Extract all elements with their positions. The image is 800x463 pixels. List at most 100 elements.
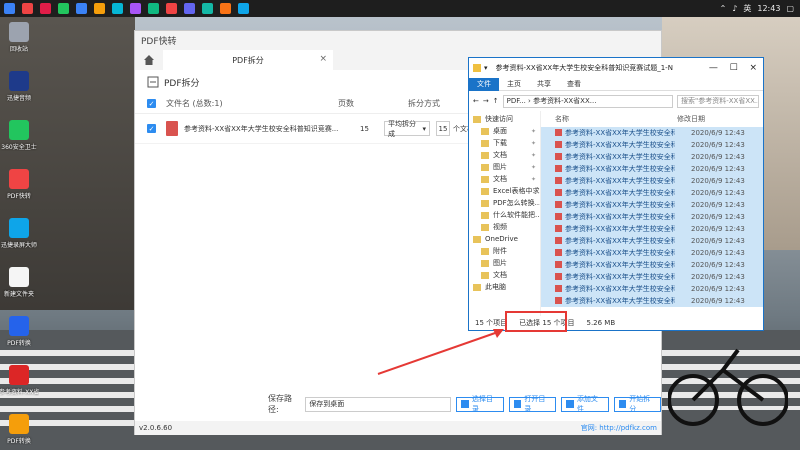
volume-icon[interactable]: ♪ — [732, 4, 737, 13]
app-title: PDF快转 — [141, 37, 177, 47]
nav-item[interactable]: 快速访问 — [469, 113, 540, 125]
taskbar-app-icon[interactable] — [166, 3, 177, 14]
desktop-shortcut[interactable]: PDF转换 — [4, 414, 34, 454]
list-item[interactable]: 参考资料-XX省XX年大学生校安全科普... 2020/6/9 12:43 — [541, 259, 763, 271]
close-icon[interactable]: × — [750, 63, 758, 73]
file-date: 2020/6/9 12:43 — [691, 212, 745, 221]
taskbar-app-icon[interactable] — [94, 3, 105, 14]
address-bar[interactable]: PDF... › 参考资料-XX省XX... — [502, 94, 673, 108]
back-icon[interactable]: ← — [473, 97, 479, 105]
nav-item-label: 附件 — [493, 247, 507, 255]
nav-item[interactable]: OneDrive — [469, 233, 540, 245]
desktop-shortcut[interactable]: 360安全卫士 — [1, 120, 37, 160]
ime-indicator[interactable]: 英 — [743, 3, 751, 14]
app-title-bar: PDF快转 — [135, 31, 661, 50]
taskbar-app-icon[interactable] — [4, 3, 15, 14]
up-icon[interactable]: ↑ — [493, 97, 499, 105]
nav-item-label: 图片 — [493, 259, 507, 267]
ribbon-tab-home[interactable]: 主页 — [499, 79, 529, 89]
desktop-shortcut[interactable]: PDF快转 — [4, 169, 34, 209]
add-file-button[interactable]: 添加文件 — [561, 395, 609, 413]
taskbar-app-icon[interactable] — [130, 3, 141, 14]
taskbar-app-icon[interactable] — [112, 3, 123, 14]
list-item[interactable]: 参考资料-XX省XX年大学生校安全科普... 2020/6/9 12:43 — [541, 271, 763, 283]
quick-access-toolbar-icon[interactable]: ▾ — [484, 64, 488, 72]
nav-item[interactable]: 图片 ✦ — [469, 161, 540, 173]
list-item[interactable]: 参考资料-XX省XX年大学生校安全科普... 2020/6/9 12:43 — [541, 187, 763, 199]
taskbar-app-icon[interactable] — [22, 3, 33, 14]
nav-item[interactable]: Excel表格中求... — [469, 185, 540, 197]
col-name[interactable]: 名称 — [555, 114, 569, 124]
nav-item[interactable]: 视频 — [469, 221, 540, 233]
col-filename: 文件名 (总数:1) — [166, 99, 223, 108]
taskbar-app-icon[interactable] — [220, 3, 231, 14]
nav-item[interactable]: 附件 — [469, 245, 540, 257]
start-split-button[interactable]: 开始拆分 — [613, 395, 662, 413]
list-item[interactable]: 参考资料-XX省XX年大学生校安全科普... 2020/6/9 12:43 — [541, 175, 763, 187]
save-path-input[interactable]: 保存到桌面 — [305, 396, 452, 412]
ribbon-tab-view[interactable]: 查看 — [559, 79, 589, 89]
desktop-shortcut[interactable]: PDF转换 — [4, 316, 34, 356]
list-item[interactable]: 参考资料-XX省XX年大学生校安全科普... 2020/6/9 12:43 — [541, 283, 763, 295]
col-date[interactable]: 修改日期 — [677, 114, 705, 124]
row-checkbox[interactable]: ✓ — [147, 124, 156, 133]
nav-item[interactable]: 桌面 ✦ — [469, 125, 540, 137]
list-item[interactable]: 参考资料-XX省XX年大学生校安全科普... 2020/6/9 12:43 — [541, 163, 763, 175]
file-date: 2020/6/9 12:43 — [691, 140, 745, 149]
pdf-file-icon — [555, 177, 562, 185]
list-item[interactable]: 参考资料-XX省XX年大学生校安全科普... 2020/6/9 12:43 — [541, 127, 763, 139]
taskbar-app-icon[interactable] — [58, 3, 69, 14]
folder-open-icon — [513, 400, 522, 408]
nav-item[interactable]: 下载 ✦ — [469, 137, 540, 149]
nav-item[interactable]: 图片 — [469, 257, 540, 269]
nav-item[interactable]: 文档 ✦ — [469, 173, 540, 185]
maximize-icon[interactable]: ☐ — [730, 63, 738, 73]
list-item[interactable]: 参考资料-XX省XX年大学生校安全科普... 2020/6/9 12:43 — [541, 247, 763, 259]
desktop-shortcut[interactable]: 回收站 — [4, 22, 34, 62]
minimize-icon[interactable]: — — [709, 63, 718, 73]
taskbar-app-icon[interactable] — [76, 3, 87, 14]
desktop-shortcut[interactable]: 迅捷录屏大师 — [1, 218, 37, 258]
list-item[interactable]: 参考资料-XX省XX年大学生校安全科普... 2020/6/9 12:43 — [541, 295, 763, 307]
open-dir-button[interactable]: 打开目录 — [508, 395, 557, 413]
taskbar-app-icon[interactable] — [202, 3, 213, 14]
list-item[interactable]: 参考资料-XX省XX年大学生校安全科普... 2020/6/9 12:43 — [541, 223, 763, 235]
list-item[interactable]: 参考资料-XX省XX年大学生校安全科普... 2020/6/9 12:43 — [541, 139, 763, 151]
taskbar-app-icon[interactable] — [40, 3, 51, 14]
nav-item[interactable]: 文档 — [469, 269, 540, 281]
select-all-checkbox[interactable]: ✓ — [147, 99, 156, 108]
notification-icon[interactable]: ▢ — [786, 4, 794, 13]
clock[interactable]: 12:43 — [757, 4, 780, 13]
folder-icon — [473, 283, 481, 291]
file-name: 参考资料-XX省XX年大学生校安全科普... — [565, 260, 675, 269]
list-item[interactable]: 参考资料-XX省XX年大学生校安全科普... 2020/6/9 12:43 — [541, 235, 763, 247]
forward-icon[interactable]: → — [483, 97, 489, 105]
split-mode-select[interactable]: 平均拆分成 ▾ — [384, 120, 430, 138]
list-item[interactable]: 参考资料-XX省XX年大学生校安全科普... 2020/6/9 12:43 — [541, 199, 763, 211]
ribbon-tab-share[interactable]: 共享 — [529, 79, 559, 89]
chevron-up-icon[interactable]: ⌃ — [720, 4, 727, 13]
list-item[interactable]: 参考资料-XX省XX年大学生校安全科普... 2020/6/9 12:43 — [541, 211, 763, 223]
ribbon-tab-file[interactable]: 文件 — [469, 77, 499, 91]
nav-item[interactable]: PDF怎么转换... — [469, 197, 540, 209]
close-icon[interactable]: × — [319, 54, 327, 64]
nav-item[interactable]: 什么软件能把... — [469, 209, 540, 221]
taskbar-app-icon[interactable] — [148, 3, 159, 14]
taskbar-app-icon[interactable] — [184, 3, 195, 14]
search-input[interactable]: 搜索"参考资料-XX省XX..." — [677, 94, 759, 108]
choose-dir-button[interactable]: 选择目录 — [456, 395, 504, 413]
nav-item[interactable]: 此电脑 — [469, 281, 540, 293]
desktop-shortcut[interactable]: 参考资料-XX省 — [0, 365, 39, 405]
nav-item[interactable]: 文档 ✦ — [469, 149, 540, 161]
pdf-file-icon — [555, 129, 562, 137]
home-icon[interactable] — [141, 52, 157, 68]
list-item[interactable]: 参考资料-XX省XX年大学生校安全科普... 2020/6/9 12:43 — [541, 151, 763, 163]
desktop-shortcut[interactable]: 迅捷音频 — [4, 71, 34, 111]
desktop-shortcut[interactable]: 新建文件夹 — [4, 267, 34, 307]
website-link[interactable]: 官网: http://pdfkz.com — [581, 423, 657, 433]
parts-input[interactable]: 15 — [436, 121, 450, 136]
shortcut-label: 参考资料-XX省 — [0, 389, 39, 396]
tab-pdf-split[interactable]: PDF拆分 × — [163, 50, 333, 70]
folder-icon — [481, 259, 489, 267]
taskbar-app-icon[interactable] — [238, 3, 249, 14]
